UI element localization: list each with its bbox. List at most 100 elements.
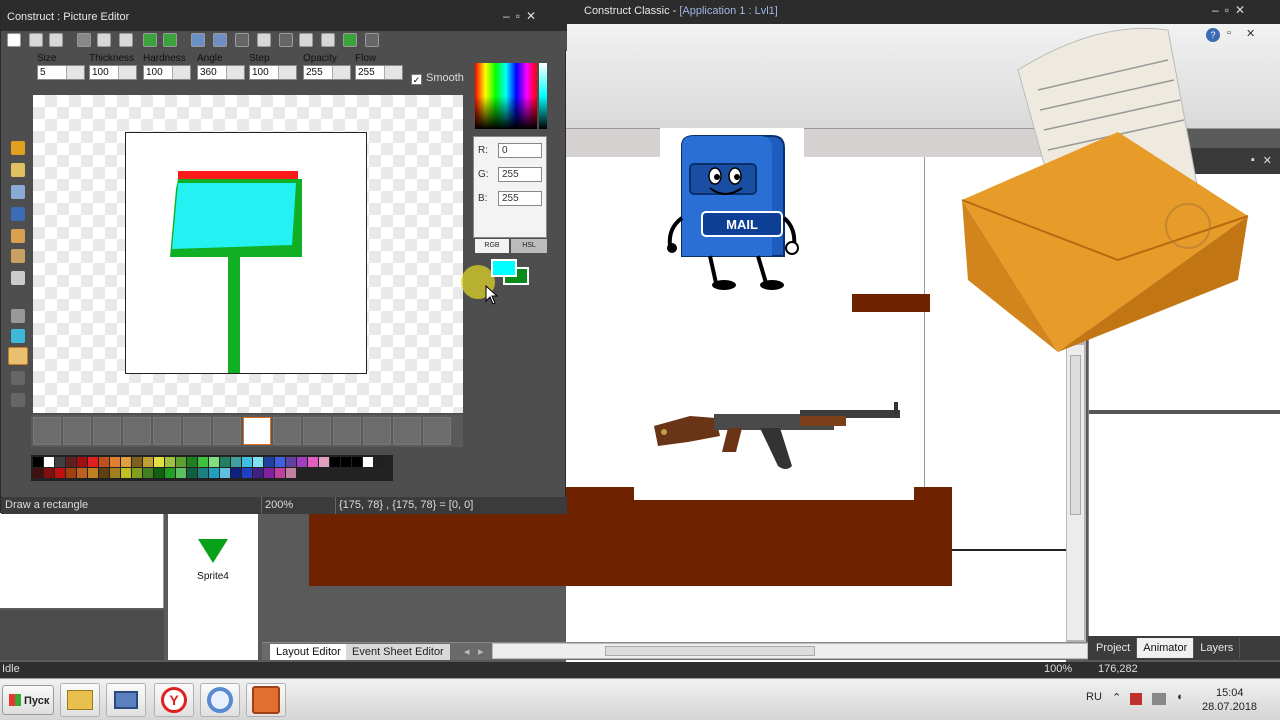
frame-slot[interactable] xyxy=(303,417,331,445)
line-tool-icon[interactable] xyxy=(8,347,28,365)
flow-spinner[interactable] xyxy=(384,66,402,79)
vertical-scroll-thumb[interactable] xyxy=(1070,355,1081,515)
angle-spinner[interactable] xyxy=(226,66,244,79)
frame-slot[interactable] xyxy=(423,417,451,445)
frame-slot[interactable] xyxy=(213,417,241,445)
maximize-button[interactable]: ▫ xyxy=(1225,3,1229,17)
resize-icon[interactable] xyxy=(191,33,205,47)
swatch[interactable] xyxy=(66,468,76,478)
frame-slot[interactable] xyxy=(93,417,121,445)
swatch[interactable] xyxy=(264,457,274,467)
action-point-icon[interactable] xyxy=(299,33,313,47)
swatch[interactable] xyxy=(242,468,252,478)
frame-slot[interactable] xyxy=(333,417,361,445)
swatch[interactable] xyxy=(187,468,197,478)
swatch[interactable] xyxy=(121,468,131,478)
swatch[interactable] xyxy=(99,457,109,467)
right-panel-splitter[interactable] xyxy=(1089,410,1280,414)
sprite4-object[interactable]: Sprite4 xyxy=(174,519,252,589)
mailbox-sprite[interactable]: MAIL xyxy=(660,128,804,300)
sprite-image[interactable] xyxy=(125,132,367,374)
settings-icon[interactable] xyxy=(365,33,379,47)
frame-slot[interactable] xyxy=(393,417,421,445)
step-spinner[interactable] xyxy=(278,66,296,79)
swatch[interactable] xyxy=(319,457,329,467)
tray-expand-icon[interactable]: ⌃ xyxy=(1112,691,1121,704)
open-icon[interactable] xyxy=(29,33,43,47)
pencil-tool-icon[interactable] xyxy=(11,229,25,243)
swatch[interactable] xyxy=(143,457,153,467)
swatch[interactable] xyxy=(176,457,186,467)
swatch[interactable] xyxy=(220,457,230,467)
rectangle-tool-icon[interactable] xyxy=(11,371,25,385)
swatch[interactable] xyxy=(132,457,142,467)
swatch[interactable] xyxy=(165,457,175,467)
tab-event-sheet-editor[interactable]: Event Sheet Editor xyxy=(346,644,450,660)
tray-network-icon[interactable] xyxy=(1152,693,1166,705)
rotate-icon[interactable] xyxy=(235,33,249,47)
minimize-button[interactable]: – xyxy=(1212,3,1219,17)
crop-icon[interactable] xyxy=(213,33,227,47)
swatch[interactable] xyxy=(198,457,208,467)
tray-app-icon[interactable] xyxy=(1130,693,1142,705)
undo-icon[interactable] xyxy=(143,33,157,47)
swatch[interactable] xyxy=(121,457,131,467)
frame-slot[interactable] xyxy=(123,417,151,445)
new-image-icon[interactable] xyxy=(7,33,21,47)
fill-tool-icon[interactable] xyxy=(11,309,25,323)
platform-small[interactable] xyxy=(852,294,930,312)
yandex-taskbar-button[interactable]: Y xyxy=(154,683,194,717)
collision-icon[interactable] xyxy=(321,33,335,47)
thickness-spinner[interactable] xyxy=(118,66,136,79)
swatch[interactable] xyxy=(55,468,65,478)
angle-input[interactable]: 360 xyxy=(197,65,245,80)
apply-icon[interactable] xyxy=(343,33,357,47)
hotspot-icon[interactable] xyxy=(279,33,293,47)
blue-input[interactable]: 255 xyxy=(498,191,542,206)
swatch[interactable] xyxy=(209,457,219,467)
frame-slot[interactable] xyxy=(63,417,91,445)
swatch[interactable] xyxy=(77,468,87,478)
swatch[interactable] xyxy=(66,457,76,467)
swatch[interactable] xyxy=(33,457,43,467)
hue-saturation-field[interactable] xyxy=(475,63,537,129)
paste-icon[interactable] xyxy=(119,33,133,47)
tab-hsl[interactable]: HSL xyxy=(511,239,547,253)
swatch[interactable] xyxy=(297,457,307,467)
primary-color-swatch[interactable] xyxy=(491,259,517,277)
rifle-sprite[interactable] xyxy=(650,396,902,476)
wand-tool-icon[interactable] xyxy=(11,141,25,155)
opacity-input[interactable]: 255 xyxy=(303,65,351,80)
network-taskbar-button[interactable] xyxy=(106,683,146,717)
language-indicator[interactable]: RU xyxy=(1086,691,1102,703)
save-icon[interactable] xyxy=(49,33,63,47)
swatch[interactable] xyxy=(33,468,43,478)
swatch[interactable] xyxy=(110,468,120,478)
red-input[interactable]: 0 xyxy=(498,143,542,158)
explorer-taskbar-button[interactable] xyxy=(60,683,100,717)
swatch[interactable] xyxy=(88,457,98,467)
cut-icon[interactable] xyxy=(77,33,91,47)
select-tool-icon[interactable] xyxy=(11,163,25,177)
swatch[interactable] xyxy=(44,457,54,467)
frame-slot[interactable] xyxy=(33,417,61,445)
clock-time[interactable]: 15:04 xyxy=(1216,687,1244,699)
zoom-tool-icon[interactable] xyxy=(11,185,25,199)
swatch[interactable] xyxy=(231,468,241,478)
swatch[interactable] xyxy=(55,457,65,467)
swatch[interactable] xyxy=(286,457,296,467)
eraser-tool-icon[interactable] xyxy=(11,271,25,285)
frame-slot[interactable] xyxy=(153,417,181,445)
smooth-checkbox[interactable]: ✓ Smooth xyxy=(411,72,464,85)
ellipse-tool-icon[interactable] xyxy=(11,393,25,407)
swatch[interactable] xyxy=(77,457,87,467)
swatch[interactable] xyxy=(176,468,186,478)
swatch[interactable] xyxy=(231,457,241,467)
swatch[interactable] xyxy=(209,468,219,478)
flow-input[interactable]: 255 xyxy=(355,65,403,80)
swatch[interactable] xyxy=(187,457,197,467)
frame-slot-selected[interactable] xyxy=(243,417,271,445)
swatch[interactable] xyxy=(363,457,373,467)
swatch[interactable] xyxy=(242,457,252,467)
swatch[interactable] xyxy=(374,457,384,467)
